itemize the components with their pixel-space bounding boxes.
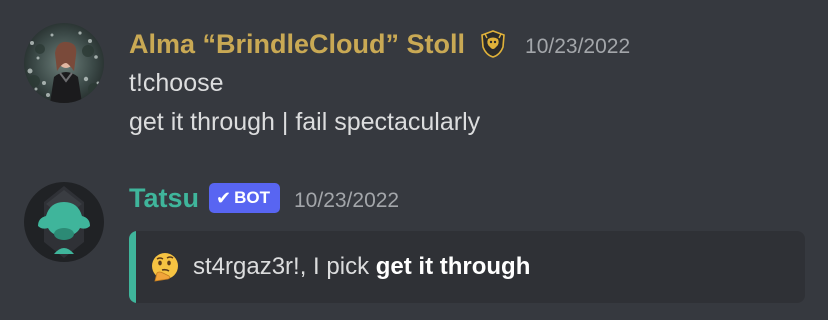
bot-badge: ✔ BOT (209, 183, 280, 213)
author-name[interactable]: Tatsu (129, 180, 199, 216)
avatar[interactable] (24, 182, 104, 262)
author-name[interactable]: Alma “BrindleCloud” Stoll (129, 26, 465, 62)
message-tatsu: Tatsu ✔ BOT 10/23/2022 st4rgaz3r!, I pic… (0, 160, 828, 320)
embed-text: , I pick (299, 253, 376, 280)
message-text-line: t!choose (129, 69, 224, 97)
embed-content: st4rgaz3r!, I pick get it through (149, 231, 530, 303)
message-header: Alma “BrindleCloud” Stoll 10/23/2022 (129, 26, 630, 62)
timestamp: 10/23/2022 (525, 35, 631, 58)
tatsu-avatar-icon (24, 182, 104, 262)
embed-accent-bar (129, 231, 136, 303)
bot-embed: st4rgaz3r!, I pick get it through (129, 231, 805, 303)
message-text-line: get it through | fail spectacularly (129, 108, 481, 136)
embed-choice: get it through (375, 253, 531, 280)
alma-avatar-photo (24, 23, 104, 103)
thinking-face-icon (152, 253, 178, 282)
timestamp: 10/23/2022 (294, 189, 400, 212)
avatar[interactable] (24, 23, 104, 103)
chat-log: Alma “BrindleCloud” Stoll 10/23/2022 t!c… (0, 0, 828, 320)
embed-mention: st4rgaz3r! (193, 253, 300, 280)
message-header: Tatsu ✔ BOT 10/23/2022 (129, 180, 399, 216)
bot-badge-label: BOT (234, 188, 270, 207)
message-alma: Alma “BrindleCloud” Stoll 10/23/2022 t!c… (0, 0, 828, 150)
checkmark-icon: ✔ (216, 188, 232, 208)
house-crest-icon[interactable] (478, 29, 508, 59)
